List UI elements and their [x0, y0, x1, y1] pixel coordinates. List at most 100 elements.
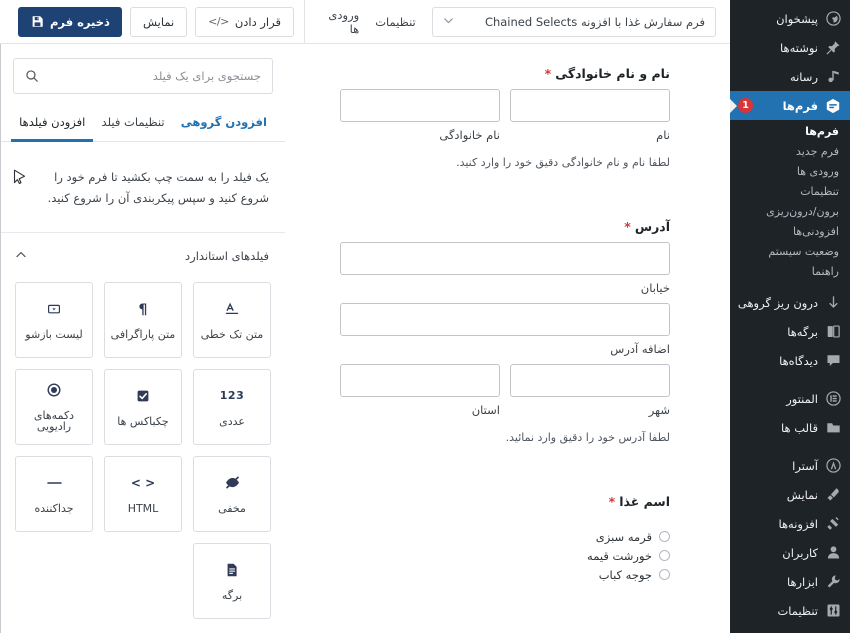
address-line-2-input[interactable]	[340, 303, 670, 336]
standard-fields-title: فیلدهای استاندارد	[185, 249, 269, 264]
field-search-wrapper	[1, 44, 285, 102]
sidebar-item-forms[interactable]: فرم‌ها 1	[730, 91, 850, 120]
form-field-address[interactable]: آدرس* خیابان اضافه آدرس شهر استان لطفا آ…	[286, 219, 730, 444]
field-card-hidden[interactable]: مخفی	[193, 455, 271, 532]
field-card-label: متن پاراگرافی	[110, 327, 176, 341]
street-input[interactable]	[340, 242, 670, 275]
subfield-city: شهر	[510, 364, 670, 417]
code-icon: </>	[208, 15, 229, 28]
sidebar-item-label: برگه‌ها	[787, 324, 818, 339]
sidebar-item-label: پیشخوان	[776, 11, 818, 26]
editor-toolbar: فرم سفارش غذا با افزونه Chained Selects …	[0, 0, 730, 44]
tab-field-settings[interactable]: تنظیمات فیلد	[93, 106, 172, 142]
tab-add-fields[interactable]: افزودن فیلدها	[11, 106, 94, 142]
field-label: آدرس*	[340, 219, 670, 234]
sidebar-item-dashboard[interactable]: پیشخوان	[730, 4, 850, 33]
toolbar-divider	[303, 0, 305, 44]
sidebar-item-appearance[interactable]: نمایش	[730, 480, 850, 509]
standard-fields-section-header[interactable]: فیلدهای استاندارد	[1, 233, 285, 278]
first-name-input[interactable]	[510, 89, 670, 122]
field-card-label: دکمه‌های رادیویی	[33, 409, 75, 434]
form-selector-dropdown[interactable]: فرم سفارش غذا با افزونه Chained Selects	[431, 6, 716, 37]
hidden-eye-icon	[224, 474, 241, 492]
sidebar-item-label: ابزارها	[786, 574, 818, 589]
tab-bulk-add[interactable]: افزودن گروهی	[173, 106, 275, 142]
subfield-label: خیابان	[640, 281, 670, 295]
state-input[interactable]	[340, 364, 500, 397]
subfield-label: شهر	[648, 403, 670, 417]
radio-circle-icon[interactable]	[659, 531, 670, 542]
embed-button[interactable]: قرار دادن </>	[195, 6, 294, 37]
forms-submenu: فرم‌ها فرم جدید ورودی ها تنظیمات برون/در…	[730, 120, 850, 288]
subfield-label: استان	[471, 403, 500, 417]
sidebar-item-tools[interactable]: ابزارها	[730, 567, 850, 596]
sidebar-item-posts[interactable]: نوشته‌ها	[730, 33, 850, 62]
submenu-item-addons[interactable]: افزودنی‌ها	[730, 222, 850, 242]
submenu-item-forms[interactable]: فرم‌ها	[730, 122, 850, 142]
field-search-box[interactable]	[13, 58, 273, 94]
separator-icon	[46, 474, 63, 492]
city-input[interactable]	[510, 364, 670, 397]
field-card-separator[interactable]: جداکننده	[15, 455, 93, 532]
field-card-html[interactable]: < > HTML	[104, 455, 182, 532]
preview-button[interactable]: نمایش	[129, 6, 188, 37]
field-label-text: اسم غذا	[619, 494, 670, 509]
chevron-up-icon[interactable]	[15, 249, 27, 264]
svg-text:¶: ¶	[139, 302, 148, 317]
drag-hint: یک فیلد را به سمت چپ بکشید تا فرم خود را…	[1, 142, 285, 233]
sidebar-item-label: رسانه	[789, 69, 818, 84]
chevron-down-icon	[443, 15, 454, 29]
sidebar-item-settings[interactable]: تنظیمات	[730, 596, 850, 625]
save-form-button[interactable]: ذخیره فرم	[18, 6, 122, 37]
field-card-checkboxes[interactable]: چکباکس ها	[104, 368, 182, 445]
radio-option-label: خورشت قیمه	[587, 548, 652, 563]
last-name-input[interactable]	[340, 89, 500, 122]
radio-option[interactable]: جوجه کباب	[340, 565, 670, 584]
field-card-label: HTML	[127, 501, 159, 515]
form-field-name[interactable]: نام و نام خانوادگی* نام نام خانوادگی لطف…	[286, 66, 730, 169]
sidebar-item-pages[interactable]: برگه‌ها	[730, 317, 850, 346]
radio-circle-icon[interactable]	[659, 550, 670, 561]
tools-icon	[825, 574, 841, 590]
sidebar-item-templates[interactable]: قالب ها	[730, 413, 850, 442]
field-card-single-line-text[interactable]: متن تک خطی	[193, 281, 271, 358]
sidebar-item-astra[interactable]: آسترا	[730, 451, 850, 480]
toolbar-link-settings[interactable]: تنظیمات	[375, 15, 416, 29]
sidebar-item-label: المنتور	[786, 391, 818, 406]
sidebar-item-bulk-import[interactable]: درون ریز گروهی	[730, 288, 850, 317]
sidebar-separator	[730, 442, 850, 451]
toolbar-link-entries[interactable]: ورودی ها	[321, 8, 359, 36]
field-card-radio-buttons[interactable]: دکمه‌های رادیویی	[15, 368, 93, 445]
sidebar-item-elementor[interactable]: المنتور	[730, 384, 850, 413]
submenu-item-system-status[interactable]: وضعیت سیستم	[730, 242, 850, 262]
sidebar-item-users[interactable]: کاربران	[730, 538, 850, 567]
field-card-empty-slot	[15, 543, 93, 619]
submenu-item-help[interactable]: راهنما	[730, 262, 850, 282]
sidebar-item-media[interactable]: رسانه	[730, 62, 850, 91]
sidebar-item-label: نمایش	[786, 487, 818, 502]
submenu-item-import-export[interactable]: برون/درون‌ریزی	[730, 202, 850, 222]
form-field-food-name[interactable]: اسم غذا* قرمه سبزی خورشت قیمه جوجه کباب	[286, 494, 730, 584]
pages-icon	[825, 324, 841, 340]
sidebar-item-label: درون ریز گروهی	[737, 295, 818, 310]
sidebar-item-plugins[interactable]: افزونه‌ها	[730, 509, 850, 538]
radio-circle-icon[interactable]	[659, 569, 670, 580]
sidebar-item-label: فرم‌ها	[782, 98, 818, 113]
field-card-paragraph-text[interactable]: ¶ متن پاراگرافی	[104, 281, 182, 358]
submenu-item-entries[interactable]: ورودی ها	[730, 162, 850, 182]
sidebar-item-comments[interactable]: دیدگاه‌ها	[730, 346, 850, 375]
submenu-item-new-form[interactable]: فرم جدید	[730, 142, 850, 162]
food-radio-list: قرمه سبزی خورشت قیمه جوجه کباب	[340, 517, 670, 584]
field-description: لطفا آدرس خود را دقیق وارد نمائید.	[505, 431, 670, 444]
sidebar-item-label: آسترا	[792, 458, 818, 473]
field-search-input[interactable]	[39, 69, 261, 83]
field-card-page[interactable]: برگه	[193, 542, 271, 619]
field-card-number[interactable]: 123 عددی	[193, 368, 271, 445]
astra-icon	[825, 458, 841, 474]
radio-option[interactable]: خورشت قیمه	[340, 546, 670, 565]
radio-option[interactable]: قرمه سبزی	[340, 527, 670, 546]
subfield-first-name: نام	[510, 89, 670, 142]
field-card-dropdown[interactable]: لیست بازشو	[15, 281, 93, 358]
submenu-item-settings[interactable]: تنظیمات	[730, 182, 850, 202]
